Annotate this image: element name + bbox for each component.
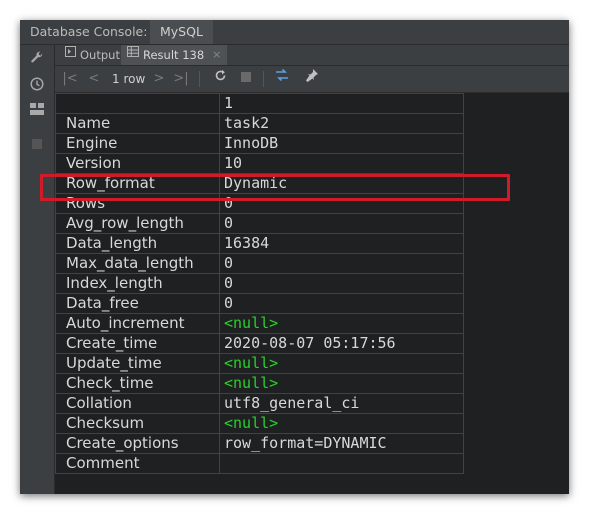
layout-grid-icon[interactable] [29, 103, 45, 119]
table-row: Engine InnoDB [55, 133, 464, 154]
stop-square-icon[interactable] [29, 137, 45, 153]
tab-mysql[interactable]: MySQL [150, 20, 213, 44]
console-title: Database Console: [30, 24, 148, 39]
field-value-cell[interactable]: <null> [219, 353, 464, 374]
table-row: Max_data_length 0 [55, 253, 464, 274]
field-value-cell[interactable]: <null> [219, 413, 464, 434]
field-name-cell[interactable]: Create_options [55, 433, 220, 454]
left-tool-strip [20, 45, 55, 494]
field-name-cell[interactable]: Engine [55, 133, 220, 154]
field-name-cell[interactable]: Rows [55, 193, 220, 214]
table-row: Row_format Dynamic [55, 173, 464, 194]
field-value-cell[interactable]: 2020-08-07 05:17:56 [219, 333, 464, 354]
field-value-cell[interactable]: row_format=DYNAMIC [219, 433, 464, 454]
table-row: Update_time <null> [55, 353, 464, 374]
field-name-cell[interactable]: Name [55, 113, 220, 134]
field-value-cell[interactable] [219, 453, 464, 474]
tab-output-label: Output [80, 48, 120, 62]
field-value-cell[interactable]: utf8_general_ci [219, 393, 464, 414]
field-name-cell[interactable]: Row_format [55, 173, 220, 194]
wrench-icon[interactable] [29, 51, 45, 67]
result-tabs: Output Result 138 × [55, 45, 569, 66]
field-name-cell[interactable]: Data_free [55, 293, 220, 314]
stop-icon[interactable] [237, 66, 255, 92]
field-name-cell[interactable]: Create_time [55, 333, 220, 354]
field-value-cell[interactable]: 0 [219, 253, 464, 274]
table-icon [127, 45, 139, 65]
first-page-icon[interactable]: |< [61, 66, 79, 92]
table-row: Version 10 [55, 153, 464, 174]
header-key-cell [55, 93, 220, 114]
field-value-cell[interactable]: 0 [219, 293, 464, 314]
field-value-cell[interactable]: 0 [219, 193, 464, 214]
field-value-cell[interactable]: task2 [219, 113, 464, 134]
field-name-cell[interactable]: Avg_row_length [55, 213, 220, 234]
table-row: Avg_row_length 0 [55, 213, 464, 234]
table-row: Comment [55, 453, 464, 474]
field-value-cell[interactable]: <null> [219, 313, 464, 334]
tab-result[interactable]: Result 138 × [121, 45, 228, 65]
refresh-icon[interactable] [211, 66, 229, 92]
table-header-row: 1 [55, 93, 464, 114]
tab-output[interactable]: Output [59, 45, 126, 65]
last-page-icon[interactable]: >| [172, 66, 190, 92]
database-console-window: Database Console: MySQL Output Result 13… [20, 20, 569, 494]
table-row: Create_options row_format=DYNAMIC [55, 433, 464, 454]
table-row: Rows 0 [55, 193, 464, 214]
table-row: Checksum <null> [55, 413, 464, 434]
field-value-cell[interactable]: 16384 [219, 233, 464, 254]
field-value-cell[interactable]: Dynamic [219, 173, 464, 194]
field-value-cell[interactable]: 0 [219, 273, 464, 294]
table-row: Collation utf8_general_ci [55, 393, 464, 414]
close-tab-icon[interactable]: × [212, 45, 221, 65]
field-value-cell[interactable]: 10 [219, 153, 464, 174]
pin-icon[interactable] [303, 66, 321, 92]
toolbar-separator [263, 71, 264, 87]
result-toolbar: |< < 1 row > >| [55, 66, 569, 93]
table-row: Data_free 0 [55, 293, 464, 314]
field-name-cell[interactable]: Check_time [55, 373, 220, 394]
field-name-cell[interactable]: Data_length [55, 233, 220, 254]
field-value-cell[interactable]: 0 [219, 213, 464, 234]
transposed-result-table: 1 Name task2 Engine InnoDB Version 10 Row_form… [55, 93, 464, 474]
result-grid: 1 Name task2 Engine InnoDB Version 10 Row_form… [55, 93, 569, 494]
compare-arrows-icon[interactable] [273, 66, 291, 92]
field-name-cell[interactable]: Auto_increment [55, 313, 220, 334]
table-row: Auto_increment <null> [55, 313, 464, 334]
field-name-cell[interactable]: Update_time [55, 353, 220, 374]
row-count: 1 row [112, 72, 146, 86]
table-row: Name task2 [55, 113, 464, 134]
field-name-cell[interactable]: Collation [55, 393, 220, 414]
history-clock-icon[interactable] [29, 77, 45, 93]
output-icon [65, 45, 76, 65]
header-value-cell[interactable]: 1 [219, 93, 464, 114]
table-row: Data_length 16384 [55, 233, 464, 254]
previous-page-icon[interactable]: < [85, 66, 103, 92]
field-value-cell[interactable]: InnoDB [219, 133, 464, 154]
field-name-cell[interactable]: Checksum [55, 413, 220, 434]
table-row: Index_length 0 [55, 273, 464, 294]
toolbar-separator [199, 71, 200, 87]
table-row: Create_time 2020-08-07 05:17:56 [55, 333, 464, 354]
field-value-cell[interactable]: <null> [219, 373, 464, 394]
tab-result-label: Result 138 [143, 48, 205, 62]
field-name-cell[interactable]: Version [55, 153, 220, 174]
field-name-cell[interactable]: Comment [55, 453, 220, 474]
field-name-cell[interactable]: Max_data_length [55, 253, 220, 274]
title-bar: Database Console: MySQL [20, 20, 569, 45]
next-page-icon[interactable]: > [150, 66, 168, 92]
table-row: Check_time <null> [55, 373, 464, 394]
field-name-cell[interactable]: Index_length [55, 273, 220, 294]
